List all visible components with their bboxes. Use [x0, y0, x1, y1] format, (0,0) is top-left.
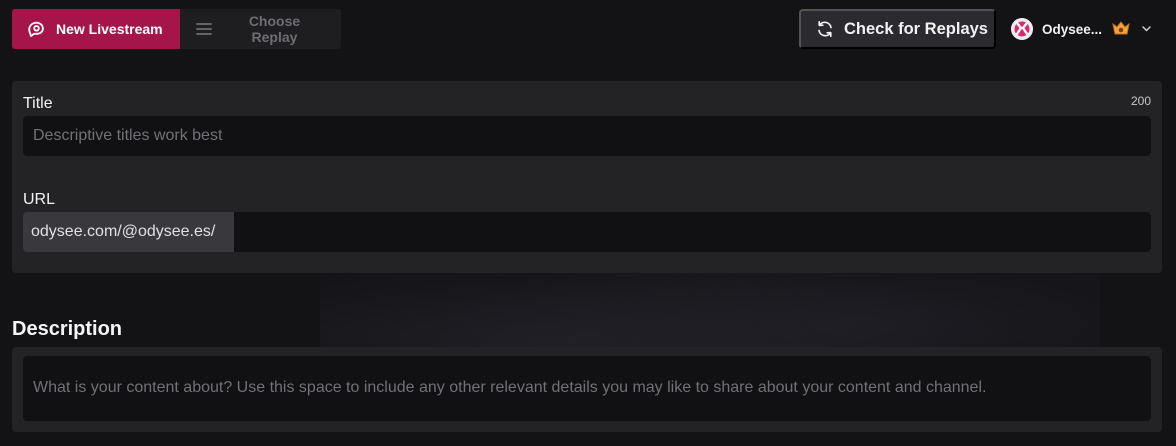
mode-tabs: New Livestream Choose Replay [12, 9, 341, 49]
description-heading: Description [12, 318, 123, 340]
refresh-icon [816, 20, 834, 38]
details-card: Title 200 URL odysee.com/@odysee.es/ [12, 81, 1162, 273]
url-input[interactable] [234, 212, 1151, 252]
check-for-replays-label: Check for Replays [844, 19, 988, 38]
description-card [12, 347, 1162, 432]
tab-new-livestream[interactable]: New Livestream [12, 9, 180, 49]
title-input[interactable] [23, 116, 1151, 156]
url-prefix: odysee.com/@odysee.es/ [23, 212, 234, 252]
list-icon [194, 19, 214, 39]
description-textarea[interactable] [23, 356, 1151, 421]
url-field: odysee.com/@odysee.es/ [23, 212, 1151, 252]
chevron-down-icon [1142, 24, 1152, 34]
tab-label: New Livestream [56, 21, 163, 37]
livestream-icon [26, 19, 46, 39]
tab-label: Choose Replay [248, 13, 301, 45]
title-char-counter: 200 [1130, 94, 1151, 108]
url-label: URL [23, 191, 56, 208]
title-label: Title [23, 95, 53, 112]
channel-name: Odysee... [1042, 21, 1103, 37]
odysee-avatar-icon [1011, 18, 1033, 40]
channel-selector[interactable]: Odysee... [1011, 16, 1152, 42]
check-for-replays-button[interactable]: Check for Replays [799, 9, 996, 49]
premium-badge-icon [1110, 18, 1132, 40]
tab-choose-replay[interactable]: Choose Replay [180, 9, 341, 49]
